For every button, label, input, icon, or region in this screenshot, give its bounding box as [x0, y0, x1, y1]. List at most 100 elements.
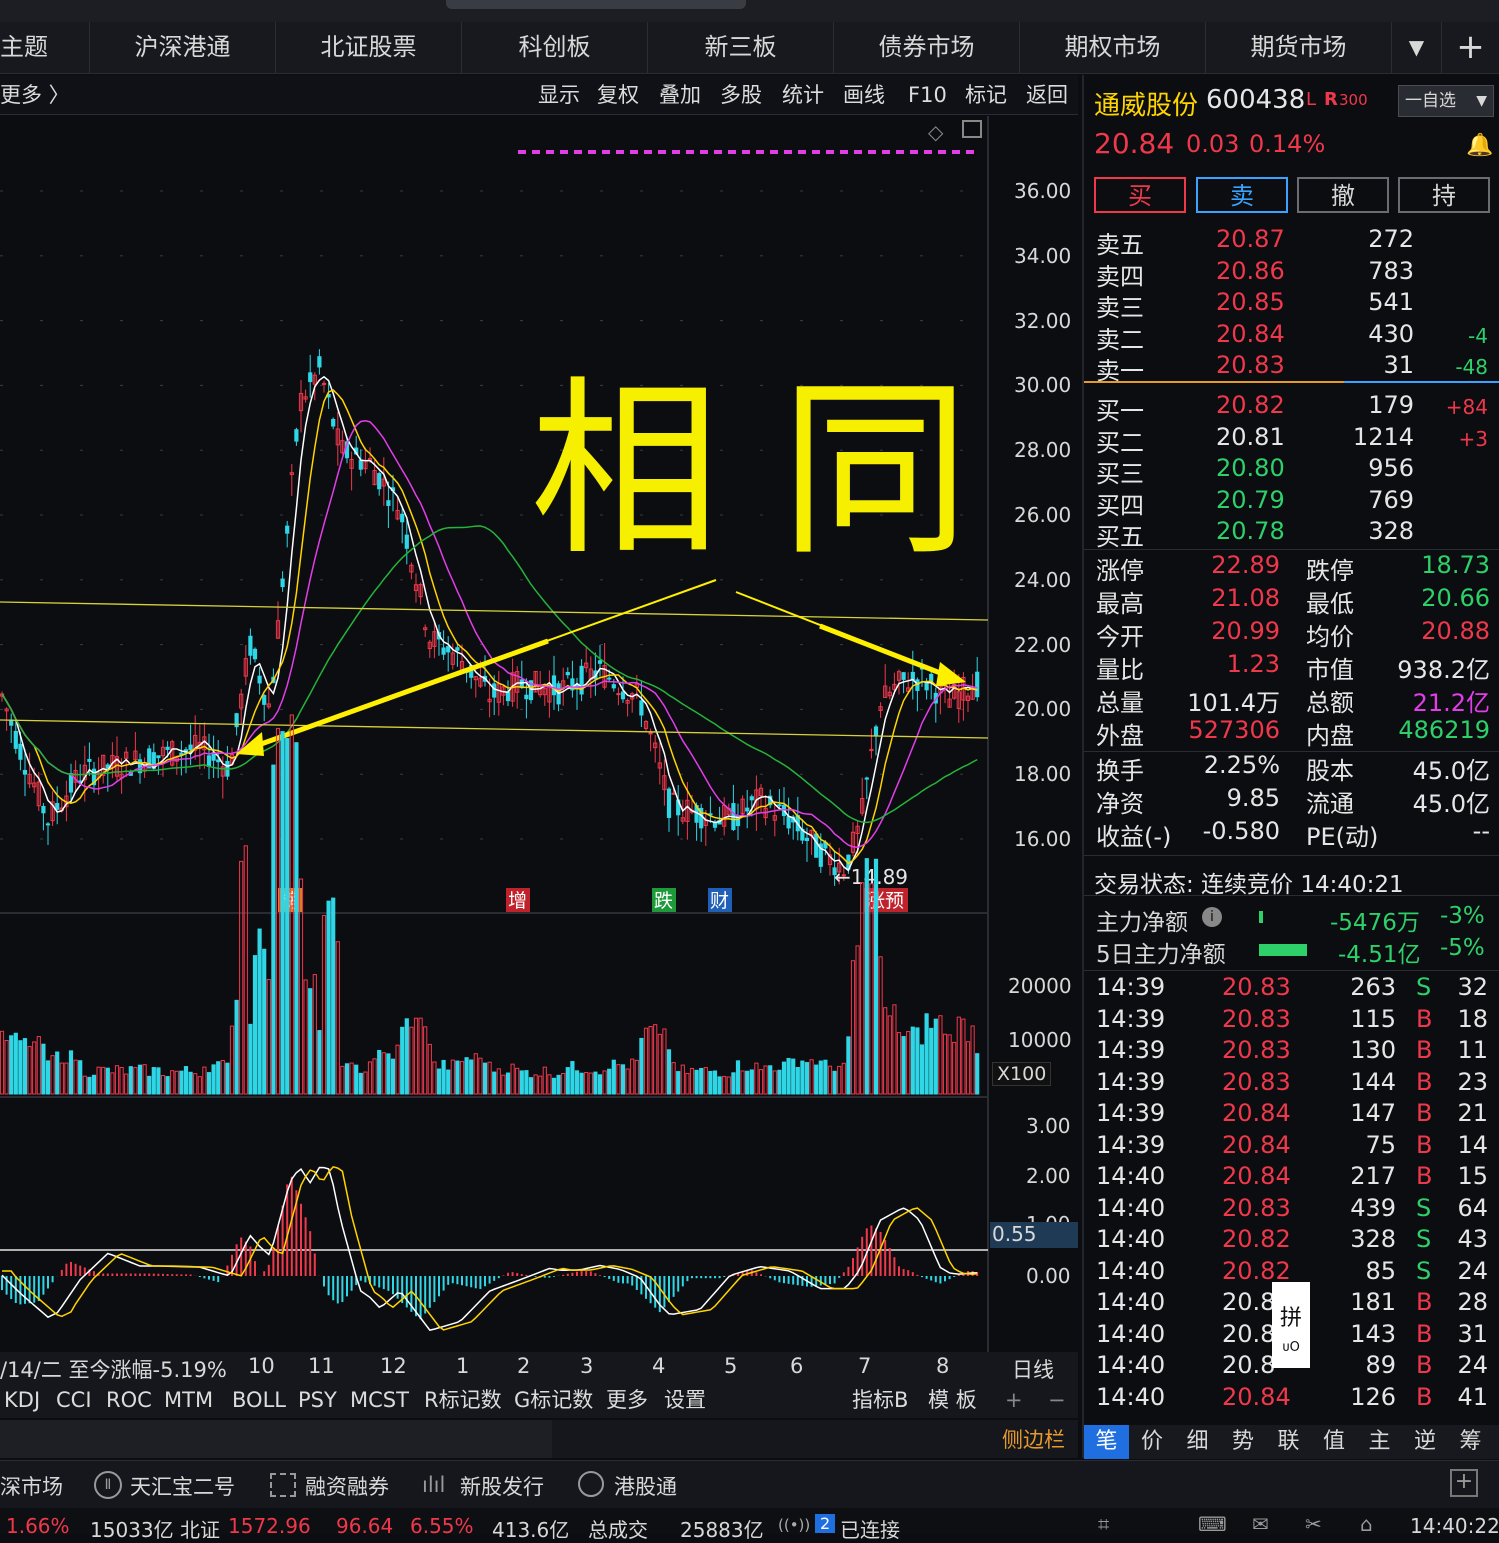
chart-area[interactable]: 相同 ←14.89 榜增跌财涨预 36.00 34.00 32.00 30.00 28.00…	[0, 116, 1078, 1412]
multi-stock-button[interactable]: 多股	[720, 75, 762, 115]
indicator-psy[interactable]: PSY	[298, 1382, 337, 1418]
expand-icon[interactable]: +	[1450, 1469, 1478, 1497]
ask-row[interactable]: 卖二 20.84 430 -4	[1084, 320, 1499, 354]
bid-row[interactable]: 买五 20.78 328	[1084, 517, 1499, 551]
tick-row[interactable]: 14:39 20.83 263 S 32	[1084, 973, 1499, 1005]
zoom-in-button[interactable]: +	[1005, 1382, 1023, 1418]
ipo-link[interactable]: 新股发行	[460, 1471, 544, 1501]
tab-star[interactable]: 科创板	[462, 22, 648, 74]
watchlist-button[interactable]: 一自选 ▼	[1398, 85, 1494, 117]
indicator-mcst[interactable]: MCST	[350, 1382, 409, 1418]
home-icon[interactable]: ⌂	[1360, 1512, 1373, 1536]
tab-detail-1[interactable]: 价	[1130, 1425, 1175, 1459]
tick-row[interactable]: 14:40 20.83 439 S 64	[1084, 1194, 1499, 1226]
add-tab-icon[interactable]: +	[1442, 22, 1499, 74]
indicator-r标记数[interactable]: R标记数	[424, 1382, 502, 1418]
indicator-设置[interactable]: 设置	[664, 1382, 706, 1418]
message-icon[interactable]: ✉	[1252, 1512, 1269, 1536]
tick-row[interactable]: 14:39 20.84 75 B 14	[1084, 1131, 1499, 1163]
bell-icon[interactable]: 🔔	[1466, 133, 1493, 158]
ask-row[interactable]: 卖一 20.83 31 -48	[1084, 351, 1499, 385]
indicator-g标记数[interactable]: G标记数	[514, 1382, 593, 1418]
chevron-down-icon[interactable]: ▼	[1392, 22, 1442, 74]
keyboard-icon[interactable]: ⌨	[1198, 1512, 1227, 1536]
ask-row[interactable]: 卖五 20.87 272	[1084, 225, 1499, 259]
more-link[interactable]: 更多 〉	[0, 75, 70, 115]
tick-row[interactable]: 14:39 20.84 147 B 21	[1084, 1099, 1499, 1131]
tick-row[interactable]: 14:40 20.84 217 B 15	[1084, 1162, 1499, 1194]
volume-bar	[676, 1071, 681, 1095]
tab-detail-8[interactable]: 筹	[1448, 1425, 1493, 1459]
adjust-button[interactable]: 复权	[597, 75, 639, 115]
margin-link[interactable]: 融资融券	[305, 1471, 389, 1501]
ask-row[interactable]: 卖四 20.86 783	[1084, 257, 1499, 291]
volume-bar	[55, 1051, 60, 1095]
indicator-roc[interactable]: ROC	[106, 1382, 152, 1418]
indicator-boll[interactable]: BOLL	[232, 1382, 286, 1418]
tab-detail-4[interactable]: 联	[1266, 1425, 1311, 1459]
tab-options[interactable]: 期权市场	[1020, 22, 1206, 74]
ime-popup[interactable]: 拼 ᴜO	[1272, 1282, 1310, 1368]
event-tag[interactable]: 跌	[654, 890, 673, 912]
indicator-cci[interactable]: CCI	[56, 1382, 92, 1418]
sell-button[interactable]: 卖	[1196, 177, 1288, 213]
overlay-button[interactable]: 叠加	[659, 75, 701, 115]
hk-link[interactable]: 港股通	[614, 1471, 677, 1501]
tick-row[interactable]: 14:40 20.84 126 B 41	[1084, 1383, 1499, 1415]
info-icon[interactable]: i	[1202, 907, 1222, 927]
draw-button[interactable]: 画线	[843, 75, 885, 115]
back-button[interactable]: 返回	[1026, 75, 1068, 115]
period-label[interactable]: 日线	[1012, 1354, 1054, 1384]
indicator-更多[interactable]: 更多	[606, 1382, 648, 1418]
kline-chart[interactable]: 相同←14.89榜增跌财涨预	[0, 116, 1078, 1382]
tab-detail-6[interactable]: 主	[1357, 1425, 1402, 1459]
search-pill[interactable]	[446, 0, 746, 9]
tick-row[interactable]: 14:39 20.83 144 B 23	[1084, 1068, 1499, 1100]
tab-theme[interactable]: 主题	[0, 22, 90, 74]
panel-toggle-icon[interactable]	[962, 120, 982, 138]
event-tag[interactable]: 涨预	[866, 890, 904, 912]
tab-detail-2[interactable]: 细	[1175, 1425, 1220, 1459]
tab-detail-3[interactable]: 势	[1221, 1425, 1266, 1459]
buy-button[interactable]: 买	[1094, 177, 1186, 213]
position-button[interactable]: 持	[1398, 177, 1490, 213]
volume-bar	[413, 1017, 419, 1095]
mark-button[interactable]: 标记	[965, 75, 1007, 115]
tools-icon[interactable]: ✂	[1305, 1512, 1322, 1536]
indicator-b-button[interactable]: 指标B	[852, 1382, 908, 1418]
tab-detail-5[interactable]: 值	[1312, 1425, 1357, 1459]
tick-side: B	[1416, 1351, 1433, 1379]
scroll-track[interactable]	[0, 1420, 552, 1458]
cancel-button[interactable]: 撤	[1297, 177, 1389, 213]
tab-bse[interactable]: 北证股票	[276, 22, 462, 74]
indicator-mtm[interactable]: MTM	[164, 1382, 213, 1418]
tick-row[interactable]: 14:39 20.83 115 B 18	[1084, 1005, 1499, 1037]
indicator-kdj[interactable]: KDJ	[4, 1382, 40, 1418]
calc-icon[interactable]: ⌗	[1098, 1512, 1109, 1536]
display-button[interactable]: 显示	[538, 75, 580, 115]
event-tag[interactable]: 增	[508, 890, 527, 912]
market-link[interactable]: 深市场	[0, 1471, 63, 1501]
bid-row[interactable]: 买一 20.82 179 +84	[1084, 391, 1499, 425]
sidebar-toggle[interactable]: 侧边栏	[1002, 1424, 1065, 1454]
tick-row[interactable]: 14:40 20.82 328 S 43	[1084, 1225, 1499, 1257]
bid-row[interactable]: 买四 20.79 769	[1084, 486, 1499, 520]
ask-row[interactable]: 卖三 20.85 541	[1084, 288, 1499, 322]
tab-futures[interactable]: 期货市场	[1206, 22, 1392, 74]
bid-row[interactable]: 买三 20.80 956	[1084, 454, 1499, 488]
tab-detail-0[interactable]: 笔	[1084, 1425, 1129, 1459]
bid-row[interactable]: 买二 20.81 1214 +3	[1084, 423, 1499, 457]
fund-link[interactable]: 天汇宝二号	[130, 1471, 235, 1501]
tick-count: 28	[1457, 1288, 1488, 1316]
f10-button[interactable]: F10	[908, 75, 947, 115]
template-button[interactable]: 模 板	[928, 1382, 977, 1418]
tab-hk-connect[interactable]: 沪深港通	[90, 22, 276, 74]
stats-button[interactable]: 统计	[782, 75, 824, 115]
tick-row[interactable]: 14:39 20.83 130 B 11	[1084, 1036, 1499, 1068]
zoom-out-button[interactable]: −	[1048, 1382, 1066, 1418]
tab-bond[interactable]: 债券市场	[834, 22, 1020, 74]
event-tag[interactable]: 财	[710, 890, 729, 912]
tab-neeq[interactable]: 新三板	[648, 22, 834, 74]
tab-detail-7[interactable]: 逆	[1403, 1425, 1448, 1459]
diamond-icon[interactable]: ◇	[928, 120, 943, 144]
